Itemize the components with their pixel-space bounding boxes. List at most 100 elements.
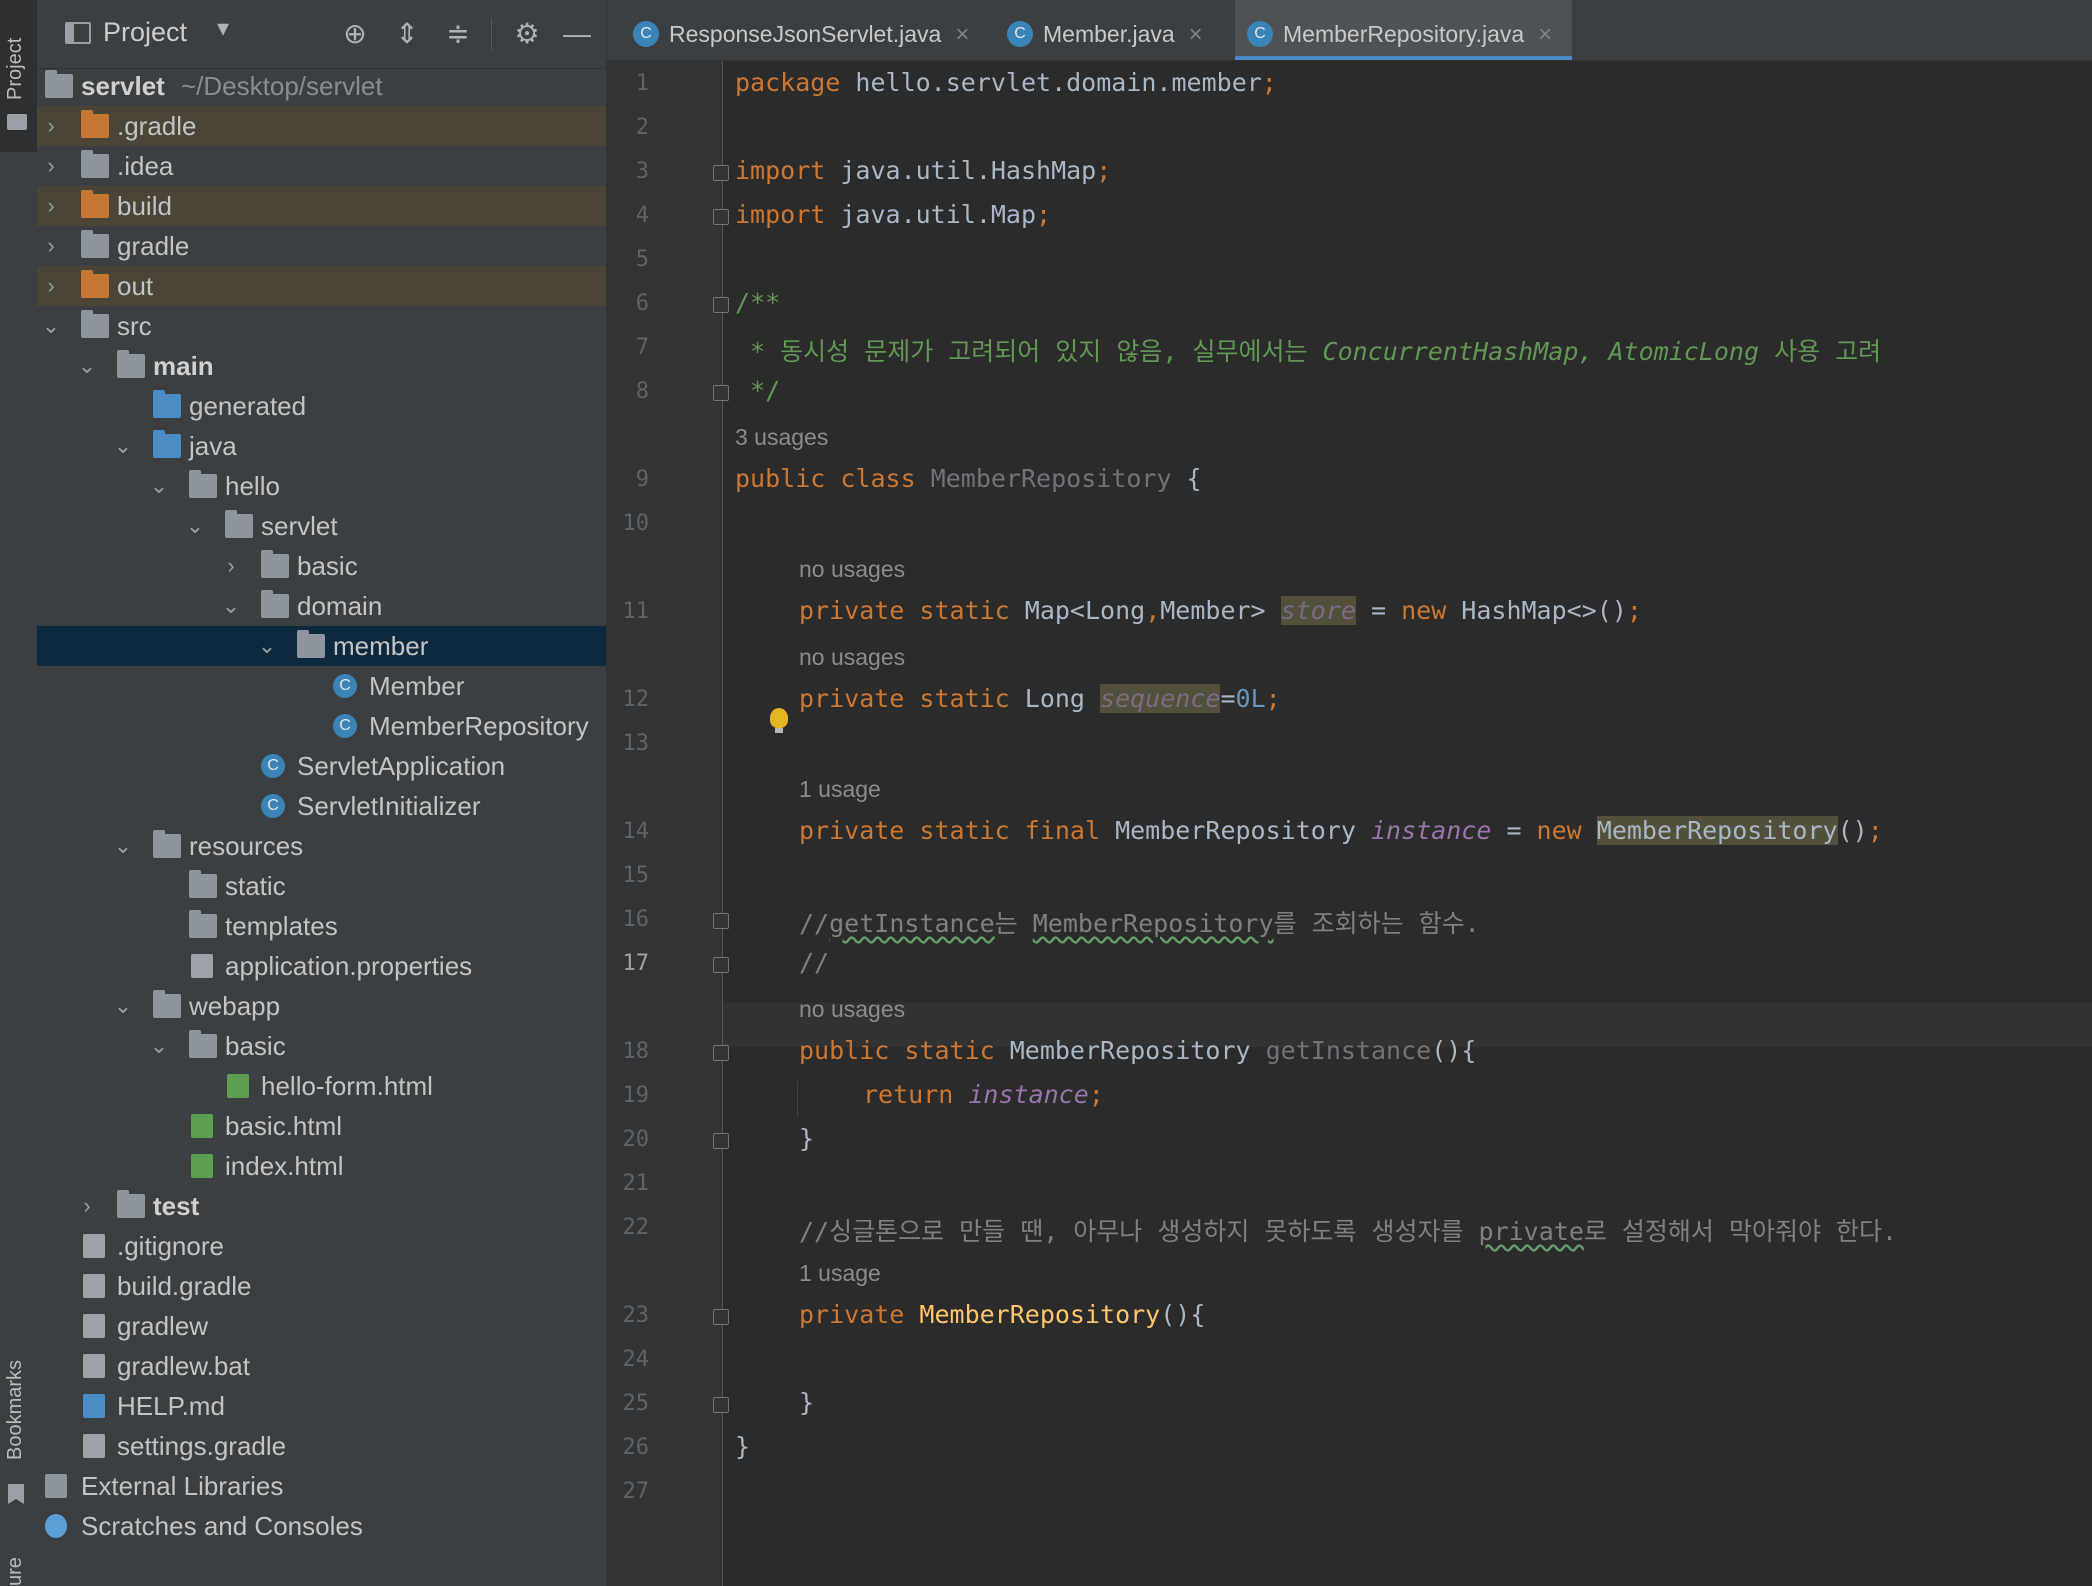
fold-marker-icon[interactable] [713,1045,729,1061]
project-panel-title[interactable]: Project [103,17,187,48]
chevron-right-icon[interactable]: › [219,546,243,586]
tree-item-gradle-dir[interactable]: › .gradle [37,106,606,146]
fold-marker-icon[interactable] [713,913,729,929]
minimize-icon[interactable]: — [559,16,595,52]
structure-strip-label[interactable]: ure [4,1557,27,1586]
fold-marker-icon[interactable] [713,957,729,973]
fold-marker-icon[interactable] [713,1309,729,1325]
chevron-down-icon[interactable]: ⌄ [147,466,171,506]
chevron-down-icon[interactable]: ⌄ [111,986,135,1026]
tree-item-test[interactable]: › test [37,1186,606,1226]
tree-item-generated[interactable]: generated [37,386,606,426]
tree-item-build-gradle[interactable]: build.gradle [37,1266,606,1306]
bookmarks-strip-label[interactable]: Bookmarks [4,1360,27,1460]
chevron-down-icon[interactable]: ⌄ [219,586,243,626]
tree-item-index-html[interactable]: index.html [37,1146,606,1186]
project-strip-label[interactable]: Project [4,38,27,100]
tree-item-label: .idea [117,151,174,181]
close-icon[interactable]: × [1538,21,1552,48]
tree-item-member-class[interactable]: C Member [37,666,606,706]
tab-label: Member.java [1043,21,1175,47]
tree-item-static[interactable]: static [37,866,606,906]
strip-project-button[interactable]: Project [0,0,37,152]
tree-item-basic[interactable]: › basic [37,546,606,586]
usages-hint[interactable]: no usages [799,644,905,671]
tab-member-repository[interactable]: C MemberRepository.java × [1235,0,1572,60]
usages-hint[interactable]: no usages [799,996,905,1023]
tree-item-label: test [153,1191,200,1221]
tree-item-member[interactable]: ⌄ member [37,626,606,666]
chevron-down-icon[interactable]: ⌄ [255,626,279,666]
fold-marker-icon[interactable] [713,209,729,225]
chevron-down-icon[interactable]: ⌄ [39,306,63,346]
chevron-right-icon[interactable]: › [39,146,63,186]
fold-marker-icon[interactable] [713,1397,729,1413]
tree-item-webapp[interactable]: ⌄ webapp [37,986,606,1026]
tab-response-json-servlet[interactable]: C ResponseJsonServlet.java × [623,0,993,60]
tree-item-root[interactable]: servlet ~/Desktop/servlet [37,66,606,106]
gear-icon[interactable]: ⚙ [509,16,545,52]
select-opened-file-icon[interactable]: ⊕ [337,16,373,52]
chevron-down-icon[interactable]: ▾ [217,14,229,43]
usages-hint[interactable]: 3 usages [735,424,828,451]
usages-hint[interactable]: 1 usage [799,776,881,803]
chevron-down-icon[interactable]: ⌄ [111,426,135,466]
tree-item-servlet-initializer[interactable]: C ServletInitializer [37,786,606,826]
tree-item-servlet-application[interactable]: C ServletApplication [37,746,606,786]
chevron-down-icon[interactable]: ⌄ [183,506,207,546]
collapse-all-icon[interactable]: ≑ [440,16,476,52]
tree-item-external-libraries[interactable]: External Libraries [37,1466,606,1506]
tree-item-hello-form-html[interactable]: hello-form.html [37,1066,606,1106]
code-line-11: private static Map<Long,Member> store = … [799,596,1642,625]
chevron-down-icon[interactable]: ⌄ [111,826,135,866]
tree-item-application-properties[interactable]: application.properties [37,946,606,986]
chevron-right-icon[interactable]: › [39,186,63,226]
chevron-right-icon[interactable]: › [39,266,63,306]
tree-item-main[interactable]: ⌄ main [37,346,606,386]
close-icon[interactable]: × [1189,21,1203,48]
tree-item-basic-html[interactable]: basic.html [37,1106,606,1146]
tree-item-help-md[interactable]: HELP.md [37,1386,606,1426]
module-folder-icon [45,70,73,98]
chevron-down-icon[interactable]: ⌄ [75,346,99,386]
usages-hint[interactable]: 1 usage [799,1260,881,1287]
tree-item-gradlew[interactable]: gradlew [37,1306,606,1346]
chevron-right-icon[interactable]: › [39,106,63,146]
tree-item-templates[interactable]: templates [37,906,606,946]
tree-item-scratches[interactable]: Scratches and Consoles [37,1506,606,1546]
tree-item-resources[interactable]: ⌄ resources [37,826,606,866]
chevron-right-icon[interactable]: › [39,226,63,266]
tree-item-webapp-basic[interactable]: ⌄ basic [37,1026,606,1066]
tree-item-gitignore[interactable]: .gitignore [37,1226,606,1266]
chevron-down-icon[interactable]: ⌄ [147,1026,171,1066]
fold-marker-icon[interactable] [713,165,729,181]
tree-item-settings-gradle[interactable]: settings.gradle [37,1426,606,1466]
code-editor[interactable]: 1 2 3 4 5 6 7 8 9 10 11 12 13 14 15 16 1… [607,61,2092,1586]
tree-item-src[interactable]: ⌄ src [37,306,606,346]
folder-icon [81,310,109,338]
tree-item-label: basic [297,551,358,581]
tree-item-member-repository[interactable]: C MemberRepository [37,706,606,746]
line-number: 11 [622,599,650,624]
tree-item-out[interactable]: › out [37,266,606,306]
chevron-right-icon[interactable]: › [75,1186,99,1226]
fold-marker-icon[interactable] [713,385,729,401]
tree-item-hello[interactable]: ⌄ hello [37,466,606,506]
expand-all-icon[interactable]: ⇕ [389,16,425,52]
tree-item-domain[interactable]: ⌄ domain [37,586,606,626]
tab-member[interactable]: C Member.java × [997,0,1232,60]
html-file-icon [191,1154,213,1178]
lightbulb-icon[interactable] [770,708,788,733]
tree-item-idea[interactable]: › .idea [37,146,606,186]
tree-item-build[interactable]: › build [37,186,606,226]
fold-marker-icon[interactable] [713,1133,729,1149]
usages-hint[interactable]: no usages [799,556,905,583]
fold-marker-icon[interactable] [713,297,729,313]
tree-item-gradlew-bat[interactable]: gradlew.bat [37,1346,606,1386]
tree-item-servlet-package[interactable]: ⌄ servlet [37,506,606,546]
code-line-25: } [799,1388,815,1417]
folder-icon [81,270,109,298]
close-icon[interactable]: × [955,21,969,48]
tree-item-java[interactable]: ⌄ java [37,426,606,466]
tree-item-gradle[interactable]: › gradle [37,226,606,266]
